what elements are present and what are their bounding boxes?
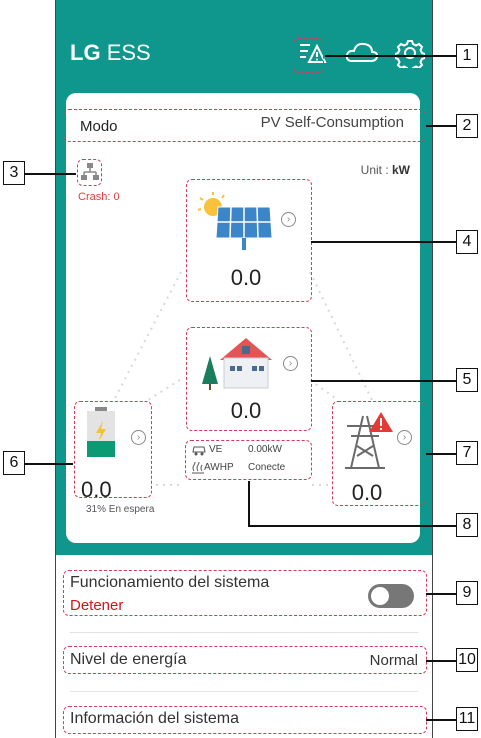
load-chevron-icon[interactable]: ›: [283, 356, 298, 371]
callout-7: 7: [456, 441, 478, 465]
ev-label: VE: [209, 444, 223, 455]
ev-value: 0.00kW: [248, 444, 282, 455]
callout-4: 4: [456, 230, 478, 254]
callout-line-8: [248, 525, 456, 527]
grid-chevron-icon[interactable]: ›: [397, 430, 412, 445]
grid-value: 0.0: [351, 480, 383, 505]
system-info-label[interactable]: Información del sistema: [70, 710, 239, 728]
toggle-knob: [371, 587, 389, 605]
awhp-value: Conecte: [248, 462, 286, 473]
energy-level-label: Nivel de energía: [70, 651, 187, 668]
energy-level-value[interactable]: Normal: [370, 652, 418, 669]
callout-line-6: [25, 463, 73, 465]
callout-10: 10: [456, 648, 478, 672]
load-value: 0.0: [230, 398, 262, 423]
transmission-tower-icon[interactable]: [341, 410, 393, 475]
heat-pump-icon: [191, 459, 205, 479]
car-icon: [191, 443, 207, 461]
callout-line-4: [311, 241, 456, 243]
house-icon[interactable]: [200, 334, 280, 395]
divider: [70, 632, 418, 633]
callout-line-7: [426, 453, 456, 455]
callout-6: 6: [3, 451, 25, 475]
callout-line-11: [426, 719, 456, 721]
callout-2: 2: [456, 114, 478, 138]
callout-5: 5: [456, 368, 478, 392]
callout-line-3: [25, 173, 76, 175]
battery-status: 31% En espera: [86, 504, 155, 515]
awhp-label: AWHP: [204, 462, 234, 473]
solar-panel-icon[interactable]: [196, 190, 276, 257]
callout-line-2: [426, 125, 456, 127]
callout-line-5: [311, 380, 456, 382]
callout-3: 3: [3, 161, 25, 185]
phone-screen: LG ESS Modo PV Self-Consumption Unit : k…: [55, 0, 433, 738]
callout-8: 8: [456, 513, 478, 537]
callout-9: 9: [456, 581, 478, 605]
system-toggle[interactable]: [368, 584, 414, 608]
divider: [70, 691, 418, 692]
battery-chevron-icon[interactable]: ›: [131, 430, 146, 445]
callout-line-10: [426, 660, 456, 662]
pv-chevron-icon[interactable]: ›: [281, 212, 296, 227]
callout-line-8v: [248, 481, 250, 526]
callout-11: 11: [456, 707, 478, 731]
system-operation-label: Funcionamiento del sistema: [70, 574, 270, 591]
battery-value: 0.0: [81, 477, 112, 502]
battery-icon[interactable]: [86, 407, 116, 462]
pv-value: 0.0: [230, 265, 262, 290]
callout-line-1: [325, 55, 456, 57]
system-status: Detener: [70, 597, 124, 614]
callout-1: 1: [456, 44, 478, 68]
callout-line-9: [426, 593, 456, 595]
